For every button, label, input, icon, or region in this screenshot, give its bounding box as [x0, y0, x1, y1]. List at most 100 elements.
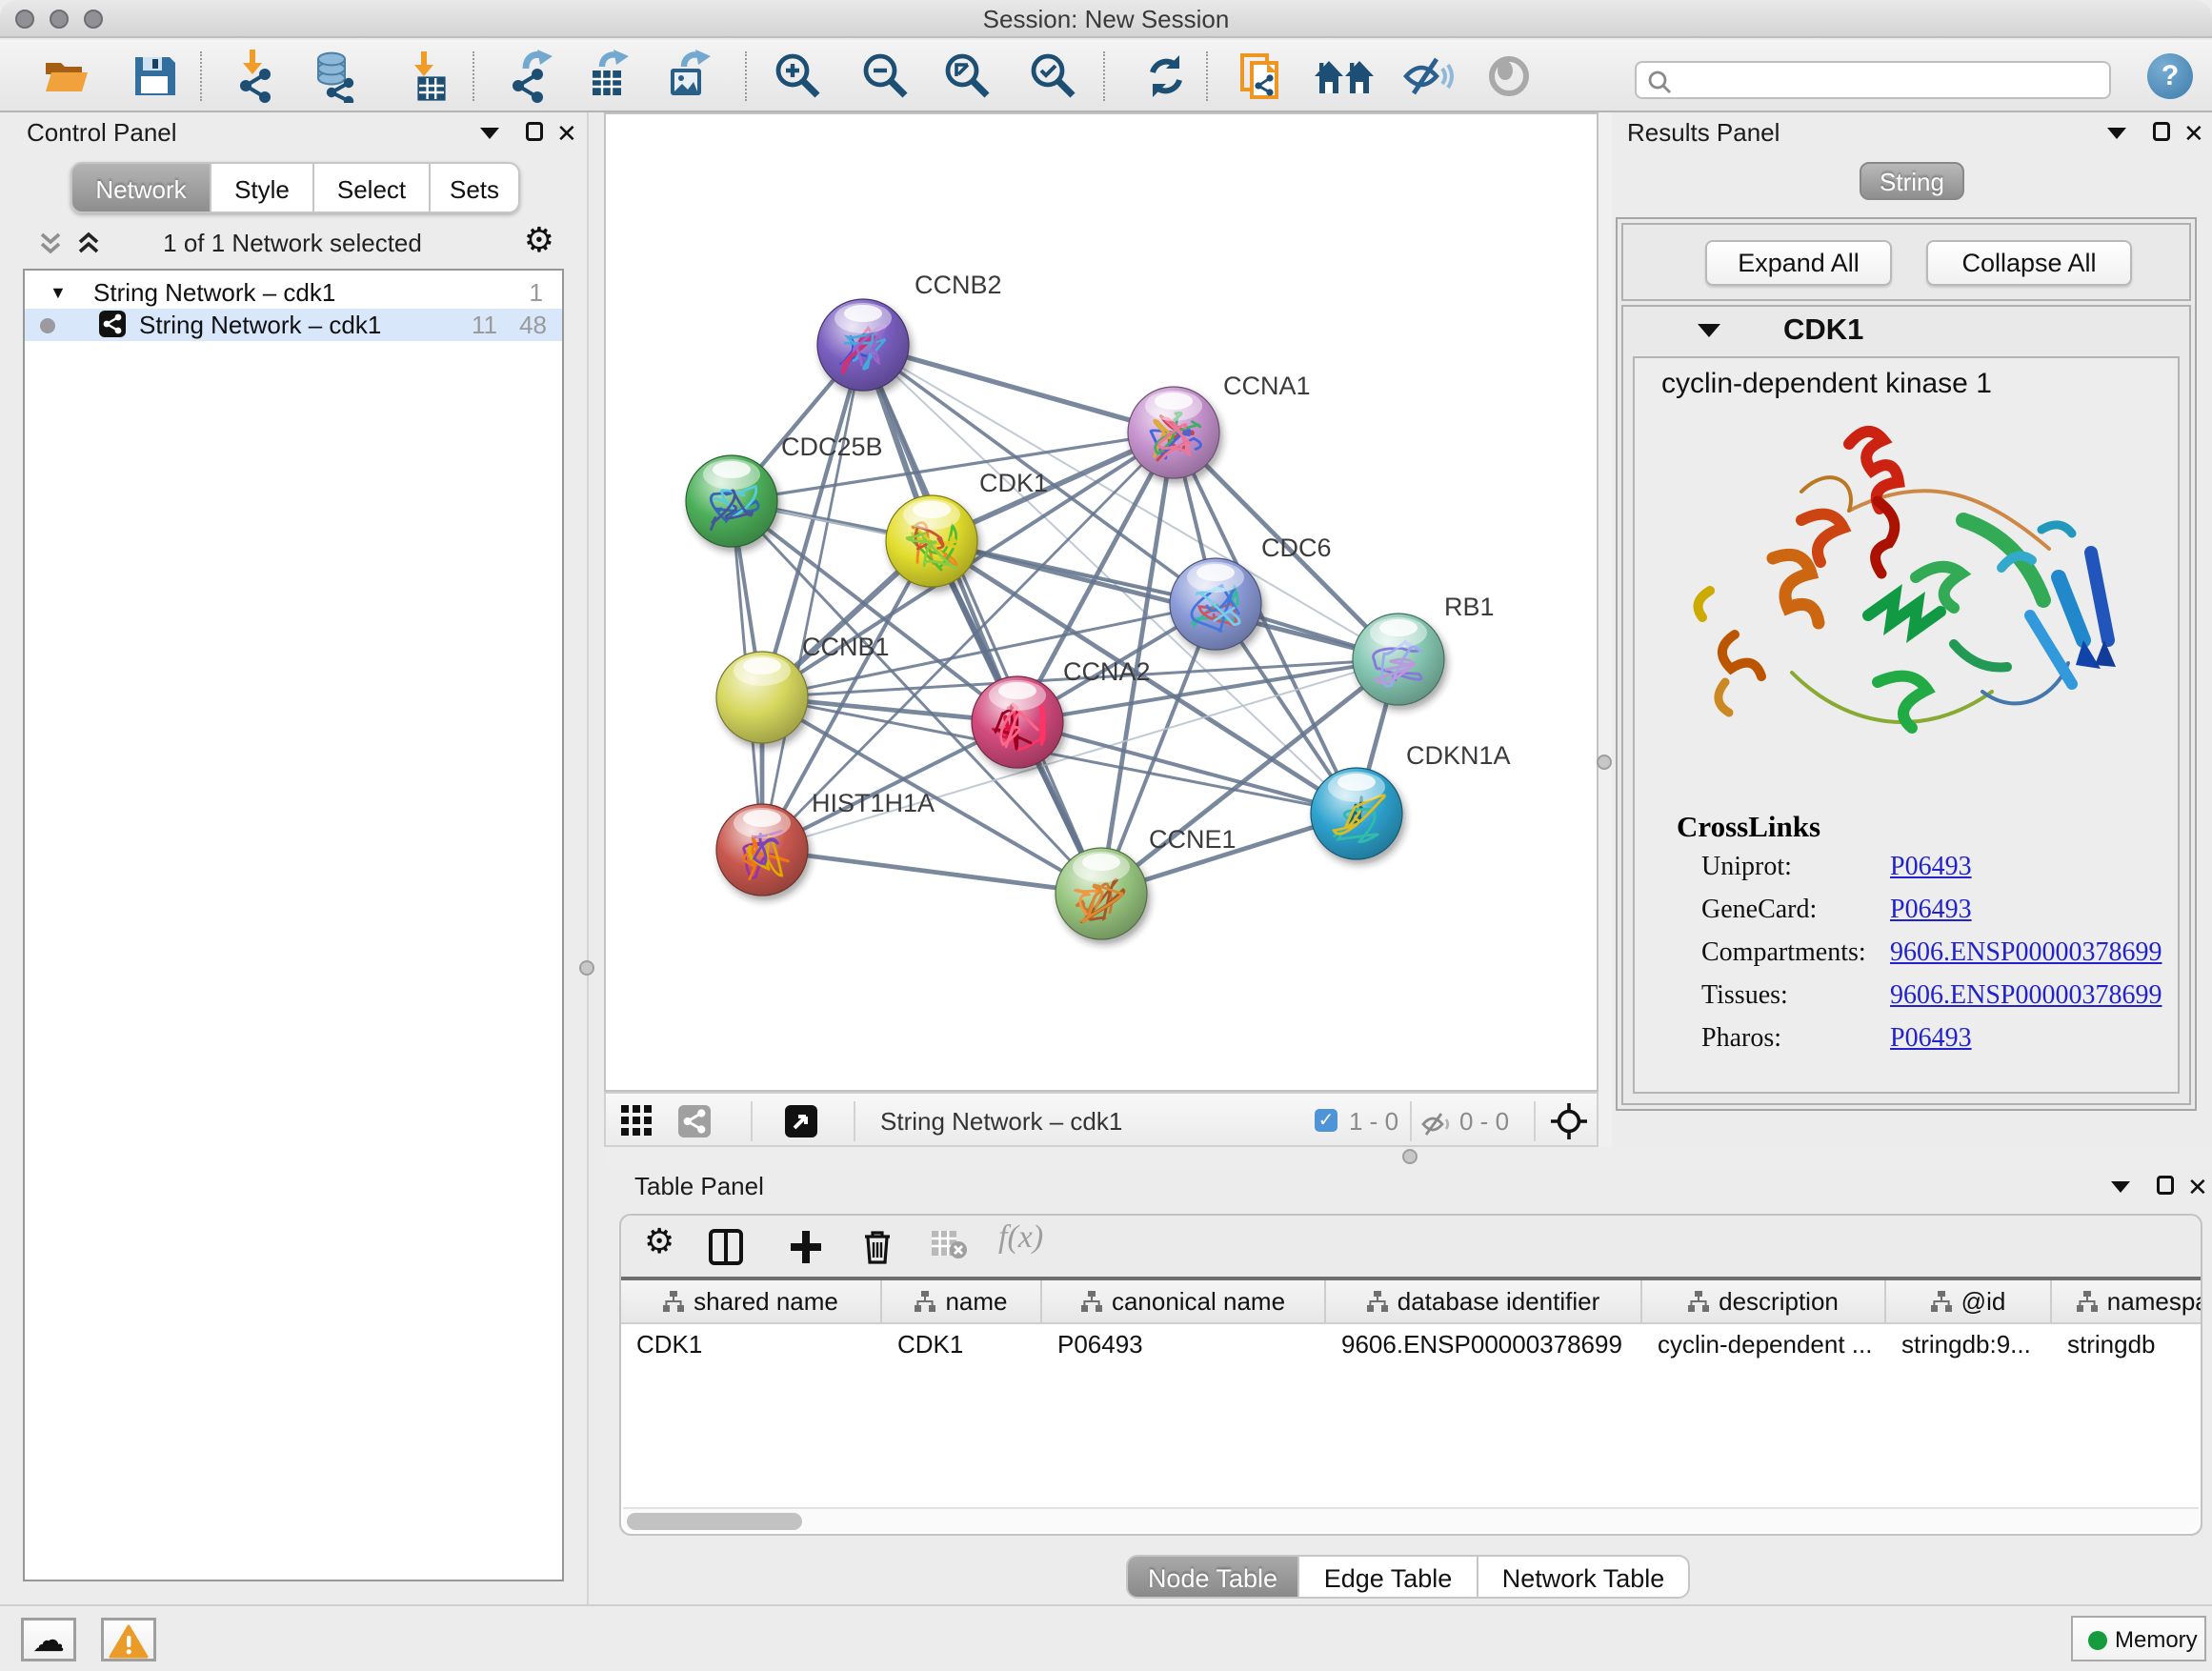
table-cell[interactable]: 9606.ENSP00000378699 [1326, 1324, 1642, 1366]
control-panel-float-icon[interactable] [480, 128, 499, 139]
add-column-icon[interactable] [789, 1229, 823, 1273]
zoom-fit-icon[interactable] [941, 50, 995, 103]
table-settings-gear-icon[interactable]: ⚙ [644, 1221, 674, 1261]
network-options-gear-icon[interactable]: ⚙ [524, 221, 554, 260]
crosslink-link[interactable]: P06493 [1890, 1023, 1972, 1054]
table-panel-maximize-icon[interactable] [2157, 1176, 2174, 1195]
edge-CCNB2-HIST1H1A[interactable] [762, 345, 863, 850]
network-node-CCNE1[interactable] [1056, 848, 1147, 939]
tab-sets[interactable]: Sets [431, 162, 520, 213]
crosslink-link[interactable]: P06493 [1890, 852, 1972, 882]
zoom-window-button[interactable] [84, 10, 103, 29]
copy-style-icon[interactable] [1235, 50, 1288, 103]
right-splitter[interactable] [1599, 112, 1612, 1147]
tab-edge-table[interactable]: Edge Table [1299, 1555, 1478, 1599]
left-splitter-handle[interactable] [579, 960, 594, 976]
table-cell[interactable]: cyclin-dependent ... [1642, 1324, 1886, 1366]
close-window-button[interactable] [15, 10, 34, 29]
table-cell[interactable]: stringdb [2052, 1324, 2201, 1366]
column-header-sharedname[interactable]: shared name [621, 1280, 882, 1322]
results-panel-maximize-icon[interactable] [2153, 122, 2170, 141]
import-database-icon[interactable] [309, 50, 362, 103]
zoom-out-icon[interactable] [859, 50, 913, 103]
export-table-icon[interactable] [581, 50, 634, 103]
network-node-CDKN1A[interactable] [1311, 768, 1402, 859]
fit-selected-crosshair-icon[interactable] [1549, 1101, 1589, 1149]
tab-network-table[interactable]: Network Table [1478, 1555, 1690, 1599]
import-network-icon[interactable] [231, 50, 284, 103]
column-header-id[interactable]: @id [1886, 1280, 2052, 1322]
network-canvas[interactable]: CCNB2CCNA1CDC25BCDK1CDC6RB1CCNB1CCNA2CDK… [604, 112, 1599, 1092]
save-session-icon[interactable] [128, 50, 181, 103]
table-row[interactable]: CDK1CDK1P064939606.ENSP00000378699cyclin… [621, 1324, 2201, 1366]
network-node-CCNA2[interactable] [972, 676, 1063, 768]
network-node-RB1[interactable] [1353, 614, 1444, 705]
tab-style[interactable]: Style [211, 162, 314, 213]
collection-caret-icon[interactable]: ▼ [50, 276, 67, 309]
show-columns-icon[interactable] [709, 1229, 743, 1273]
table-panel-float-icon[interactable] [2111, 1181, 2130, 1193]
column-header-canonicalname[interactable]: canonical name [1042, 1280, 1326, 1322]
expand-all-button[interactable]: Expand All [1705, 240, 1892, 286]
network-node-CCNB1[interactable] [716, 652, 808, 743]
grid-view-icon[interactable] [621, 1105, 652, 1143]
column-header-description[interactable]: description [1642, 1280, 1886, 1322]
network-node-CCNB2[interactable] [817, 299, 909, 391]
search-input[interactable] [1635, 61, 2111, 99]
minimize-window-button[interactable] [50, 10, 69, 29]
tab-string[interactable]: String [1860, 162, 1964, 200]
refresh-icon[interactable] [1139, 50, 1193, 103]
table-h-scrollbar[interactable] [623, 1507, 2199, 1532]
export-network-icon[interactable] [503, 50, 556, 103]
column-header-databaseidentifier[interactable]: database identifier [1326, 1280, 1642, 1322]
left-splitter[interactable] [570, 112, 604, 1604]
warnings-button[interactable] [101, 1618, 156, 1661]
open-session-icon[interactable] [40, 50, 93, 103]
delete-table-icon[interactable] [930, 1229, 968, 1267]
delete-column-icon[interactable] [861, 1229, 894, 1273]
selected-checkbox-icon[interactable]: ✓ [1315, 1109, 1337, 1132]
network-collection-row[interactable]: ▼ String Network – cdk1 1 [25, 276, 562, 309]
gene-section-header[interactable]: CDK1 [1623, 307, 2189, 352]
string-view-icon[interactable] [678, 1105, 711, 1137]
table-panel-close-icon[interactable]: ✕ [2187, 1176, 2208, 1198]
zoom-in-icon[interactable] [772, 50, 825, 103]
hide-unhide-icon[interactable] [1400, 50, 1454, 103]
right-splitter-handle[interactable] [1597, 755, 1612, 770]
function-builder-icon[interactable]: f(x) [998, 1219, 1043, 1256]
cloud-status-button[interactable]: ☁ [21, 1618, 76, 1661]
table-cell[interactable]: CDK1 [882, 1324, 1042, 1366]
help-button[interactable]: ? [2147, 53, 2193, 99]
gene-caret-icon[interactable] [1698, 324, 1720, 337]
crosslink-link[interactable]: 9606.ENSP00000378699 [1890, 937, 2162, 968]
results-panel-close-icon[interactable]: ✕ [2183, 122, 2204, 145]
network-node-HIST1H1A[interactable] [716, 804, 808, 896]
horizontal-splitter-handle[interactable] [1402, 1149, 1418, 1164]
column-header-name[interactable]: name [882, 1280, 1042, 1322]
table-cell[interactable]: P06493 [1042, 1324, 1326, 1366]
show-graphics-icon[interactable] [1482, 50, 1536, 103]
results-panel-float-icon[interactable] [2107, 128, 2126, 139]
network-row[interactable]: String Network – cdk1 11 48 [25, 309, 562, 341]
crosslink-link[interactable]: P06493 [1890, 895, 1972, 925]
home-networks-icon[interactable] [1313, 50, 1376, 103]
birdseye-view-icon[interactable] [785, 1105, 817, 1137]
horizontal-splitter[interactable] [604, 1147, 2212, 1168]
export-image-icon[interactable] [661, 50, 714, 103]
memory-button[interactable]: Memory [2071, 1616, 2206, 1661]
tab-network[interactable]: Network [70, 162, 211, 213]
network-node-CDC25B[interactable] [686, 455, 777, 547]
edge-HIST1H1A-CCNE1[interactable] [762, 850, 1101, 894]
table-cell[interactable]: CDK1 [621, 1324, 882, 1366]
import-table-icon[interactable] [402, 50, 455, 103]
column-header-namespace[interactable]: namespace [2052, 1280, 2201, 1322]
tab-node-table[interactable]: Node Table [1126, 1555, 1299, 1599]
table-h-scrollbar-thumb[interactable] [627, 1513, 802, 1530]
network-node-CDC6[interactable] [1170, 558, 1261, 650]
tab-select[interactable]: Select [314, 162, 431, 213]
zoom-selected-icon[interactable] [1027, 50, 1080, 103]
network-node-CCNA1[interactable] [1128, 387, 1219, 478]
network-node-CDK1[interactable] [886, 495, 977, 587]
collapse-all-button[interactable]: Collapse All [1926, 240, 2132, 286]
crosslink-link[interactable]: 9606.ENSP00000378699 [1890, 980, 2162, 1011]
